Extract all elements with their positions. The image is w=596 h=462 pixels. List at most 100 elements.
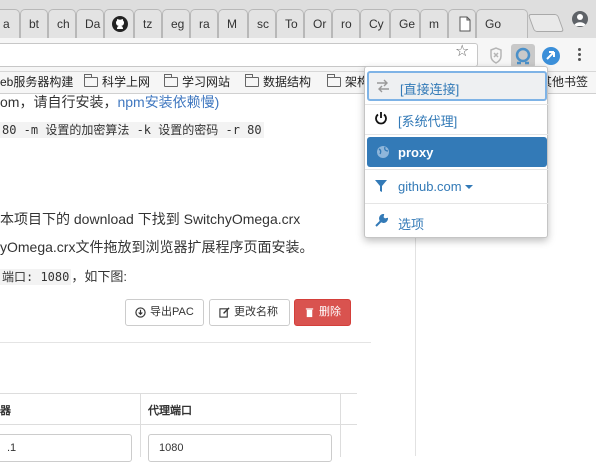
tab[interactable]: Cy <box>360 9 390 38</box>
document-icon <box>459 16 471 32</box>
browser-menu-icon[interactable] <box>578 46 582 64</box>
tab-title: Ge <box>399 17 416 31</box>
command-code: 80 -m 设置的加密算法 -k 设置的密码 -r 80 <box>0 122 264 138</box>
wrench-icon <box>375 214 388 227</box>
folder-icon <box>84 74 98 87</box>
tab-title: bt <box>29 17 40 31</box>
popup-item-github-rule[interactable]: github.com <box>365 171 549 201</box>
folder-icon <box>327 74 341 87</box>
shield-extension-icon[interactable] <box>486 46 506 66</box>
tab[interactable]: M <box>218 9 248 38</box>
table-header-server: 器 <box>0 405 11 417</box>
tab[interactable]: eg <box>162 9 190 38</box>
profile-icon[interactable] <box>572 11 588 27</box>
tab[interactable]: ra <box>190 9 218 38</box>
delete-label: 删除 <box>319 306 341 318</box>
switchyomega-extension-icon[interactable] <box>511 44 535 68</box>
folder-icon <box>245 74 259 87</box>
command-options: 80 -m 设置的加密算法 -k 设置的密码 -r 80 <box>0 121 264 139</box>
popup-item-label: proxy <box>398 145 434 160</box>
popup-item-label: [直接连接] <box>400 82 460 97</box>
popup-item-options[interactable]: 选项 <box>365 206 549 236</box>
export-pac-button[interactable]: 导出PAC <box>125 299 204 326</box>
tab[interactable]: Go <box>476 9 528 38</box>
tab-title: ch <box>57 17 70 31</box>
install-instruction: yOmega.crx文件拖放到浏览器扩展程序页面安装。 <box>0 239 314 255</box>
tab-title: Cy <box>369 17 384 31</box>
tab-title: a <box>3 17 10 31</box>
bookmark-label: eb服务器构建 <box>0 75 74 89</box>
port-suffix: ，如下图: <box>71 269 127 284</box>
table-column-border <box>140 394 141 457</box>
delete-button[interactable]: 删除 <box>294 299 351 326</box>
download-instruction: 本项目下的 download 下找到 SwitchyOmega.crx <box>0 211 301 227</box>
rename-label: 更改名称 <box>234 306 278 318</box>
tab[interactable]: sc <box>248 9 276 38</box>
folder-icon <box>164 74 178 87</box>
table-column-border <box>340 394 341 457</box>
popup-item-label: 选项 <box>398 217 425 232</box>
tab[interactable]: Da <box>76 9 104 38</box>
port-input[interactable]: 1080 <box>148 434 332 462</box>
tab-title: sc <box>257 17 269 31</box>
server-input[interactable]: .1 <box>0 434 132 462</box>
filter-icon <box>375 180 387 192</box>
install-note: om，请自行安装，npm安装依赖慢) <box>0 92 219 112</box>
power-icon <box>375 112 387 125</box>
bookmark-folder[interactable]: 数据结构 <box>245 74 312 91</box>
popup-item-label: github.com <box>398 179 473 194</box>
tab-title: m <box>429 17 439 31</box>
download-circle-icon <box>135 307 146 318</box>
blue-extension-icon[interactable] <box>541 46 561 66</box>
popup-item-label-text: github.com <box>398 179 462 194</box>
popup-item-direct[interactable]: [直接连接] <box>367 71 547 101</box>
tab[interactable]: To <box>276 9 304 38</box>
tab[interactable] <box>104 9 134 38</box>
tab-title: Da <box>85 17 101 31</box>
new-tab-button[interactable] <box>527 14 565 32</box>
address-bar[interactable] <box>0 43 478 67</box>
port-value: 1080 <box>159 442 184 454</box>
tab[interactable] <box>448 9 476 38</box>
bookmark-label: 科学上网 <box>102 75 151 89</box>
export-pac-label: 导出PAC <box>150 306 194 318</box>
bookmark-star-icon[interactable]: ☆ <box>455 44 469 60</box>
port-instruction: 端口: 1080 ，如下图: <box>0 266 127 285</box>
rename-button[interactable]: 更改名称 <box>209 299 290 326</box>
tab[interactable]: tz <box>134 9 162 38</box>
bookmark-folder[interactable]: 架构 <box>327 74 369 91</box>
tab[interactable]: ch <box>48 9 76 38</box>
tab[interactable]: ro <box>332 9 360 38</box>
github-icon <box>112 16 128 32</box>
tab-title: Or <box>313 17 327 31</box>
port-code: 端口: 1080 <box>0 269 72 285</box>
tab-title: Go <box>485 17 502 31</box>
tab[interactable]: Or <box>304 9 332 38</box>
popup-separator <box>365 134 549 135</box>
bookmark-label: 数据结构 <box>263 75 312 89</box>
table-header-border <box>0 424 357 425</box>
bookmark-folder[interactable]: 学习网站 <box>164 74 231 91</box>
switchyomega-popup: [直接连接] [系统代理] proxy github.com 选项 <box>364 66 549 238</box>
popup-item-system-proxy[interactable]: [系统代理] <box>365 103 549 133</box>
popup-separator <box>365 203 549 204</box>
bookmark-item[interactable]: eb服务器构建 <box>0 75 73 91</box>
bookmark-label: 学习网站 <box>182 75 231 89</box>
trash-icon <box>305 308 314 318</box>
server-value: .1 <box>7 442 17 454</box>
tab[interactable]: Ge <box>390 9 420 38</box>
table-header-port: 代理端口 <box>148 405 192 417</box>
tab-title: ro <box>341 17 352 31</box>
bookmark-folder[interactable]: 科学上网 <box>84 74 151 91</box>
tab[interactable]: bt <box>20 9 48 38</box>
install-note-text: om，请自行安装， <box>0 94 118 110</box>
direct-arrows-icon <box>377 79 389 93</box>
tab-title: tz <box>143 17 153 31</box>
tab-strip: a bt ch Da tz eg ra M sc To Or ro Cy Ge … <box>0 0 596 38</box>
tab[interactable]: a <box>0 9 20 38</box>
caret-down-icon <box>464 185 473 189</box>
tab[interactable]: m <box>420 9 448 38</box>
proxy-table: 器 代理端口 .1 1080 <box>0 393 357 462</box>
npm-link[interactable]: npm安装依赖慢) <box>117 94 219 110</box>
popup-item-proxy[interactable]: proxy <box>367 137 547 167</box>
